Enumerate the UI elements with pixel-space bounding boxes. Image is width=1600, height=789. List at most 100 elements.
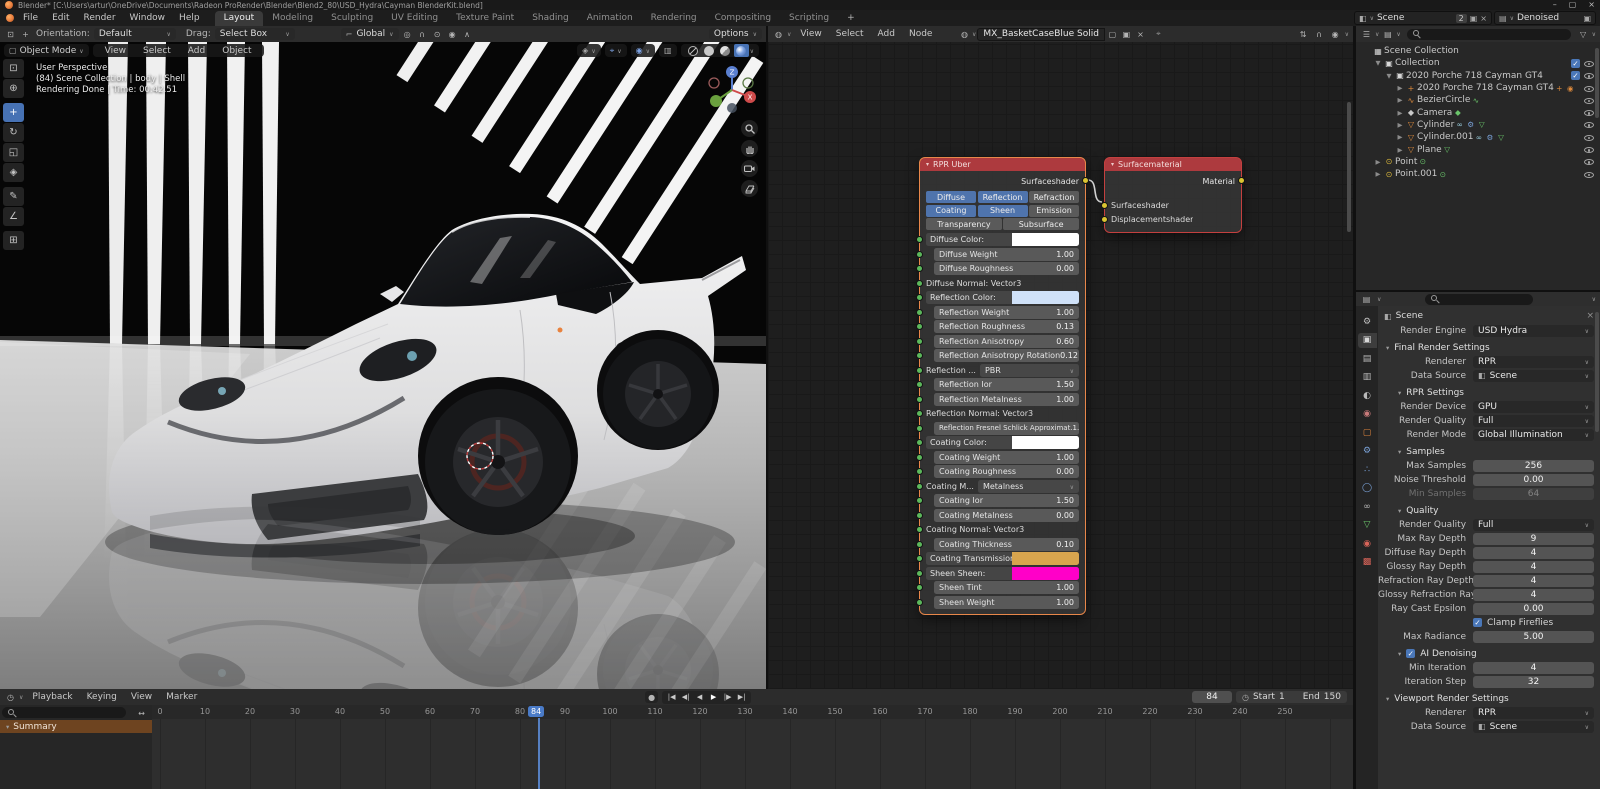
falloff-curve-icon[interactable]: ∧ bbox=[461, 28, 474, 40]
menu-window[interactable]: Window bbox=[123, 12, 173, 24]
value-slider[interactable]: 4 bbox=[1473, 561, 1594, 573]
properties-tab-particles[interactable]: ∴ bbox=[1358, 462, 1377, 477]
section-samples[interactable]: ▾Samples bbox=[1398, 445, 1596, 458]
tab-shading[interactable]: Shading bbox=[523, 11, 578, 26]
tab-scripting[interactable]: Scripting bbox=[780, 11, 838, 26]
timeline-editor-type-icon[interactable]: ◷ bbox=[4, 691, 17, 703]
toggle-coating[interactable]: Coating bbox=[926, 205, 976, 217]
value-slider[interactable]: 4 bbox=[1473, 575, 1594, 587]
disclosure-right-icon[interactable]: ▶ bbox=[1395, 133, 1405, 141]
menu-render[interactable]: Render bbox=[77, 12, 123, 24]
input-socket[interactable] bbox=[916, 439, 923, 446]
auto-keying-button[interactable]: ● bbox=[645, 691, 658, 703]
node-header[interactable]: ▾Surfacematerial bbox=[1105, 158, 1241, 171]
output-socket[interactable] bbox=[1238, 177, 1245, 184]
properties-tab-object[interactable]: ▢ bbox=[1358, 425, 1377, 440]
prop-dropdown[interactable]: RPR bbox=[1473, 707, 1594, 719]
close-button[interactable]: × bbox=[1588, 1, 1595, 9]
outliner-row-point-001[interactable]: ▶⊙Point.001⊙ bbox=[1356, 168, 1600, 180]
value-slider[interactable]: Coating Weight1.00 bbox=[934, 451, 1079, 464]
outliner-editor-type-icon[interactable]: ☰ bbox=[1360, 28, 1373, 40]
outliner-row-cylinder[interactable]: ▶▽Cylinder∞⚙▽ bbox=[1356, 119, 1600, 131]
current-frame-field[interactable]: 84 bbox=[1192, 691, 1232, 703]
viewport-menu-select[interactable]: Select bbox=[136, 45, 178, 57]
minimize-button[interactable]: – bbox=[1553, 1, 1557, 9]
move-tool[interactable]: + bbox=[3, 103, 24, 122]
node-menu-add[interactable]: Add bbox=[871, 28, 902, 40]
input-socket[interactable] bbox=[916, 280, 923, 287]
value-slider[interactable]: Sheen Weight1.00 bbox=[934, 596, 1079, 609]
disclosure-right-icon[interactable]: ▶ bbox=[1395, 96, 1405, 104]
maximize-button[interactable]: ▢ bbox=[1569, 1, 1577, 9]
hide-viewport-icon[interactable] bbox=[1584, 108, 1594, 117]
tab-sculpting[interactable]: Sculpting bbox=[322, 11, 382, 26]
prev-keyframe-button[interactable]: ◀| bbox=[679, 693, 692, 701]
cursor-tool[interactable]: ⊕ bbox=[3, 79, 24, 98]
value-slider[interactable]: Diffuse Weight1.00 bbox=[934, 248, 1079, 261]
orientation-dropdown[interactable]: Default bbox=[94, 28, 176, 40]
menu-file[interactable]: File bbox=[16, 12, 45, 24]
value-slider[interactable]: Reflection Metalness1.00 bbox=[934, 393, 1079, 406]
xray-toggle[interactable]: ▥ bbox=[659, 44, 677, 57]
input-socket[interactable] bbox=[916, 410, 923, 417]
input-socket[interactable] bbox=[916, 251, 923, 258]
prop-dropdown[interactable]: Full bbox=[1473, 415, 1594, 427]
disclosure-right-icon[interactable]: ▶ bbox=[1373, 158, 1383, 166]
value-slider[interactable]: 9 bbox=[1473, 533, 1594, 545]
outliner-row-plane[interactable]: ▶▽Plane▽ bbox=[1356, 143, 1600, 155]
section-checkbox[interactable] bbox=[1406, 649, 1415, 658]
fake-user-icon[interactable]: ▢ bbox=[1106, 28, 1119, 40]
show-overlays-dropdown[interactable]: ◉ bbox=[631, 44, 655, 57]
input-socket[interactable] bbox=[916, 497, 923, 504]
value-slider[interactable]: Coating Ior1.50 bbox=[934, 494, 1079, 507]
toggle-refraction[interactable]: Refraction bbox=[1029, 191, 1079, 203]
menu-help[interactable]: Help bbox=[172, 12, 207, 24]
input-socket[interactable] bbox=[916, 352, 923, 359]
copy-material-icon[interactable]: ▣ bbox=[1120, 28, 1133, 40]
select-box-tool[interactable]: ⊡ bbox=[3, 59, 24, 78]
shader-node-editor[interactable]: ▾RPR Uber Surfaceshader DiffuseReflectio… bbox=[768, 42, 1353, 689]
timeline-menu-keying[interactable]: Keying bbox=[80, 691, 124, 703]
disclosure-down-icon[interactable]: ▼ bbox=[1373, 59, 1383, 67]
add-cube-tool[interactable]: ⊞ bbox=[3, 231, 24, 250]
tab-texture-paint[interactable]: Texture Paint bbox=[447, 11, 523, 26]
value-slider[interactable]: 4 bbox=[1473, 662, 1594, 674]
value-slider[interactable]: Reflection Anisotropy0.60 bbox=[934, 335, 1079, 348]
camera-view-button[interactable] bbox=[741, 160, 758, 177]
toggle-emission[interactable]: Emission bbox=[1029, 205, 1079, 217]
properties-tab-texture[interactable]: ▩ bbox=[1358, 555, 1377, 570]
toggle-diffuse[interactable]: Diffuse bbox=[926, 191, 976, 203]
value-slider[interactable]: 4 bbox=[1473, 589, 1594, 601]
properties-search-input[interactable] bbox=[1425, 294, 1533, 305]
outliner-row-point[interactable]: ▶⊙Point⊙ bbox=[1356, 156, 1600, 168]
param-dropdown[interactable]: PBR bbox=[980, 364, 1079, 377]
input-socket[interactable] bbox=[916, 512, 923, 519]
perspective-toggle-button[interactable] bbox=[741, 180, 758, 197]
viewport-menu-add[interactable]: Add bbox=[181, 45, 212, 57]
hide-viewport-icon[interactable] bbox=[1584, 96, 1594, 105]
pivot-point-icon[interactable]: ◎ bbox=[401, 28, 414, 40]
timeline-tracks[interactable] bbox=[152, 719, 1353, 789]
navigation-gizmo[interactable]: Z X bbox=[706, 64, 758, 116]
value-slider[interactable]: 5.00 bbox=[1473, 631, 1594, 643]
snapping-icon[interactable]: ∩ bbox=[1313, 28, 1326, 40]
unpin-icon[interactable]: × bbox=[1586, 311, 1594, 321]
editor-type-icon[interactable]: ◍ bbox=[772, 28, 785, 40]
mode-dropdown[interactable]: ▢ Object Mode bbox=[4, 44, 89, 57]
disclosure-right-icon[interactable]: ▶ bbox=[1373, 170, 1383, 178]
prop-dropdown[interactable]: GPU bbox=[1473, 401, 1594, 413]
input-socket[interactable] bbox=[916, 236, 923, 243]
value-slider[interactable]: 32 bbox=[1473, 676, 1594, 688]
outliner-row-cylinder-001[interactable]: ▶▽Cylinder.001∞⚙▽ bbox=[1356, 131, 1600, 143]
hide-viewport-icon[interactable] bbox=[1584, 120, 1594, 129]
input-socket[interactable] bbox=[916, 555, 923, 562]
show-gizmos-dropdown[interactable]: ⌖ bbox=[605, 44, 627, 57]
value-slider[interactable]: Reflection Weight1.00 bbox=[934, 306, 1079, 319]
node-menu-node[interactable]: Node bbox=[902, 28, 940, 40]
transform-tool[interactable]: ◈ bbox=[3, 163, 24, 182]
drag-dropdown[interactable]: Select Box bbox=[215, 28, 295, 40]
properties-tab-constraints[interactable]: ∞ bbox=[1358, 499, 1377, 514]
input-socket[interactable] bbox=[916, 570, 923, 577]
disclosure-down-icon[interactable]: ▼ bbox=[1384, 72, 1394, 80]
value-slider[interactable]: Reflection Roughness0.13 bbox=[934, 320, 1079, 333]
